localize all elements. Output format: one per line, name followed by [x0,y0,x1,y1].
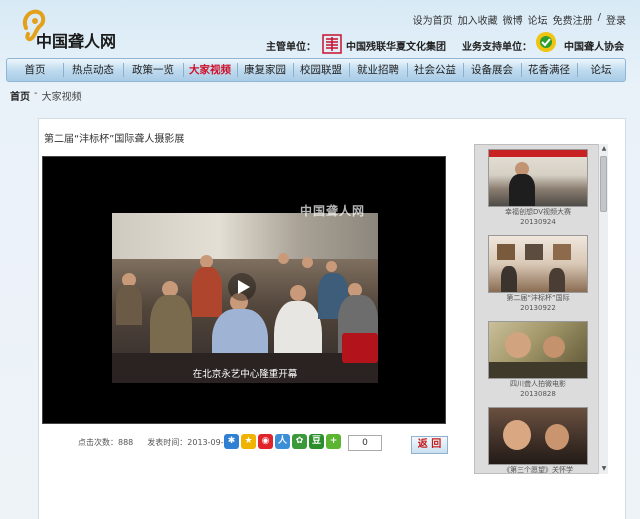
related-scrollbar[interactable]: ▲ ▼ [598,144,608,474]
related-videos-list: 幸福创想DV视频大赛 20130924 第二届“沣标杯”国际 20130922 … [474,144,608,474]
views-count: 888 [118,438,134,447]
kaixin-icon[interactable]: ✿ [292,434,307,449]
video-subtitle: 在北京永艺中心隆重开幕 [192,369,298,380]
thumb-face [545,424,569,450]
renren-icon[interactable]: 人 [275,434,290,449]
thumb-photo-frame [553,244,571,260]
thumb-photo-frame [497,244,515,260]
crowd-head [302,257,313,268]
scroll-up-icon[interactable]: ▲ [599,144,609,154]
date-stat: 发表时间：2013-09-22 [147,437,234,448]
main-nav: 首页 热点动态 政策一览 大家视频 康复家园 校园联盟 就业招聘 社会公益 设备… [6,58,626,82]
nav-item-flowers[interactable]: 花香满径 [521,59,577,81]
related-item[interactable]: 第二届“沣标杯”国际 20130922 [488,235,588,313]
play-icon[interactable] [228,273,256,301]
related-title: 四川聋人拍微电影 [510,380,566,388]
date-label: 发表时间： [147,438,188,447]
thumb-person-body [509,174,535,206]
register-link[interactable]: 免费注册 [553,12,593,27]
back-button[interactable]: 返 回 [411,436,448,454]
nav-item-jobs[interactable]: 就业招聘 [349,59,407,81]
related-date: 20130922 [520,304,556,312]
related-date: 20130924 [520,218,556,226]
related-thumbnail[interactable] [488,149,588,207]
crowd-body [192,267,222,317]
site-logo[interactable]: 中国聋人网 [20,8,130,52]
related-title: 第二届“沣标杯”国际 [506,294,570,302]
thumb-face [543,336,565,358]
share-bar: ✱ ★ ◉ 人 ✿ 豆 + [224,434,341,449]
add-favorite-link[interactable]: 加入收藏 [458,12,498,27]
qzone-icon[interactable]: ✱ [224,434,239,449]
sponsor-bar: 主管单位： 中国残联华夏文化集团 业务支持单位： 中国聋人协会 [266,32,632,56]
support-label: 业务支持单位： [462,42,532,53]
views-label: 点击次数： [78,438,118,447]
video-title: 第二届“沣标杯”国际聋人摄影展 [44,134,185,145]
crowd-body [116,285,142,325]
scroll-down-icon[interactable]: ▼ [599,464,609,474]
crowd-head [278,253,289,264]
breadcrumb-current: 大家视频 [41,92,82,103]
related-thumbnail[interactable] [488,407,588,465]
weibo-link[interactable]: 微博 [503,12,523,27]
thumb-photo-frame [525,244,543,260]
scroll-thumb[interactable] [600,156,607,212]
nav-item-policy[interactable]: 政策一览 [123,59,183,81]
video-stats: 点击次数：888 发表时间：2013-09-22 [78,437,234,448]
favorite-icon[interactable]: ★ [241,434,256,449]
nav-item-rehab[interactable]: 康复家园 [237,59,293,81]
nav-item-charity[interactable]: 社会公益 [407,59,463,81]
breadcrumb-separator: - [34,88,38,99]
related-thumbnail[interactable] [488,321,588,379]
related-title: 《第三个愿望》关怀学 [503,466,573,474]
thumb-face [505,332,531,358]
red-chair [342,333,378,363]
breadcrumb-home[interactable]: 首页 [10,88,30,103]
thumb-person-body [501,266,517,292]
related-item[interactable]: 四川聋人拍微电影 20130828 [488,321,588,399]
nav-item-campus[interactable]: 校园联盟 [293,59,349,81]
video-watermark: 中国聋人网 [300,204,366,218]
login-link[interactable]: 登录 [606,12,626,27]
views-stat: 点击次数：888 [78,437,133,448]
thumb-banner [489,150,587,157]
logo-text: 中国聋人网 [36,32,117,51]
scene-wall [112,213,378,259]
weibo-icon[interactable]: ◉ [258,434,273,449]
top-links: 设为首页 加入收藏 微博 论坛 免费注册 / 登录 [413,12,626,27]
link-separator: / [597,12,601,23]
douban-icon[interactable]: 豆 [309,434,324,449]
nav-item-videos[interactable]: 大家视频 [183,59,237,81]
deaf-association-seal-icon [536,32,556,52]
thumb-ground [489,362,587,378]
crowd-head [326,261,337,272]
related-item[interactable]: 幸福创想DV视频大赛 20130924 [488,149,588,227]
sponsor-label: 主管单位： [266,42,316,53]
related-item[interactable]: 《第三个愿望》关怀学 [488,407,588,474]
crowd-head [290,285,306,301]
share-counter: 0 [348,435,382,451]
support-org: 中国聋人协会 [564,42,624,53]
related-title: 幸福创想DV视频大赛 [504,208,572,216]
breadcrumb: 首页 - 大家视频 [10,88,82,103]
more-share-icon[interactable]: + [326,434,341,449]
thumb-face [503,420,531,450]
related-thumbnail[interactable] [488,235,588,293]
thumb-person-body [549,268,565,292]
nav-item-expo[interactable]: 设备展会 [463,59,521,81]
forum-link[interactable]: 论坛 [528,12,548,27]
sponsor-org: 中国残联华夏文化集团 [346,42,446,53]
set-homepage-link[interactable]: 设为首页 [413,12,453,27]
related-date: 20130828 [520,390,556,398]
nav-item-home[interactable]: 首页 [7,59,63,81]
nav-item-forum[interactable]: 论坛 [577,59,625,81]
nav-item-hot-news[interactable]: 热点动态 [63,59,123,81]
hx-group-seal-icon [322,34,342,54]
